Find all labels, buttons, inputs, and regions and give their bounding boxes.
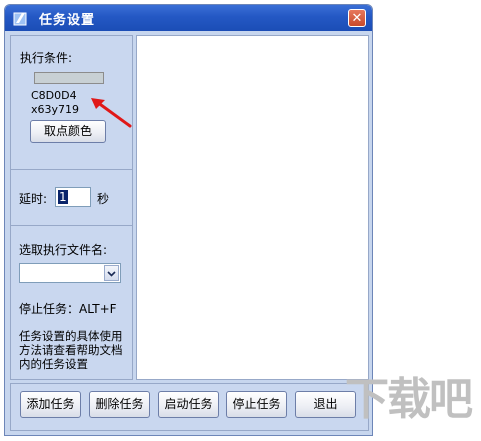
pick-coordinates: x63y719	[31, 103, 80, 116]
window-title: 任务设置	[39, 13, 96, 28]
task-settings-window: 任务设置 ✕ 执行条件: C8D0D4 x63y719 取点颜色 延时: 1 秒…	[4, 4, 373, 436]
delay-label: 延时:	[19, 192, 48, 206]
title-bar[interactable]: 任务设置 ✕	[5, 5, 372, 31]
chevron-down-icon[interactable]	[104, 265, 119, 281]
file-label: 选取执行文件名:	[19, 243, 108, 257]
add-task-button[interactable]: 添加任务	[20, 391, 81, 418]
color-hex-value: C8D0D4	[31, 89, 77, 102]
delay-value: 1	[58, 190, 68, 204]
start-task-button[interactable]: 启动任务	[158, 391, 219, 418]
app-icon	[13, 12, 27, 26]
file-select[interactable]	[19, 263, 121, 283]
watermark-logo: 下载吧	[345, 374, 473, 425]
divider	[11, 225, 132, 226]
settings-panel: 执行条件: C8D0D4 x63y719 取点颜色 延时: 1 秒 选取执行文件…	[10, 35, 133, 380]
color-swatch	[34, 72, 104, 84]
delay-input[interactable]: 1	[55, 187, 91, 207]
close-icon[interactable]: ✕	[348, 9, 366, 27]
condition-label: 执行条件:	[20, 51, 73, 65]
stop-task-button[interactable]: 停止任务	[226, 391, 287, 418]
red-arrow-icon	[91, 98, 132, 128]
task-list-area[interactable]	[136, 35, 369, 380]
action-bar: 添加任务 删除任务 启动任务 停止任务 退出	[10, 383, 369, 431]
delete-task-button[interactable]: 删除任务	[89, 391, 150, 418]
help-text: 任务设置的具体使用方法请查看帮助文档内的任务设置	[19, 329, 123, 371]
hotkey-label: 停止任务：ALT+F	[19, 302, 117, 316]
delay-unit: 秒	[97, 192, 110, 206]
divider	[11, 169, 132, 170]
